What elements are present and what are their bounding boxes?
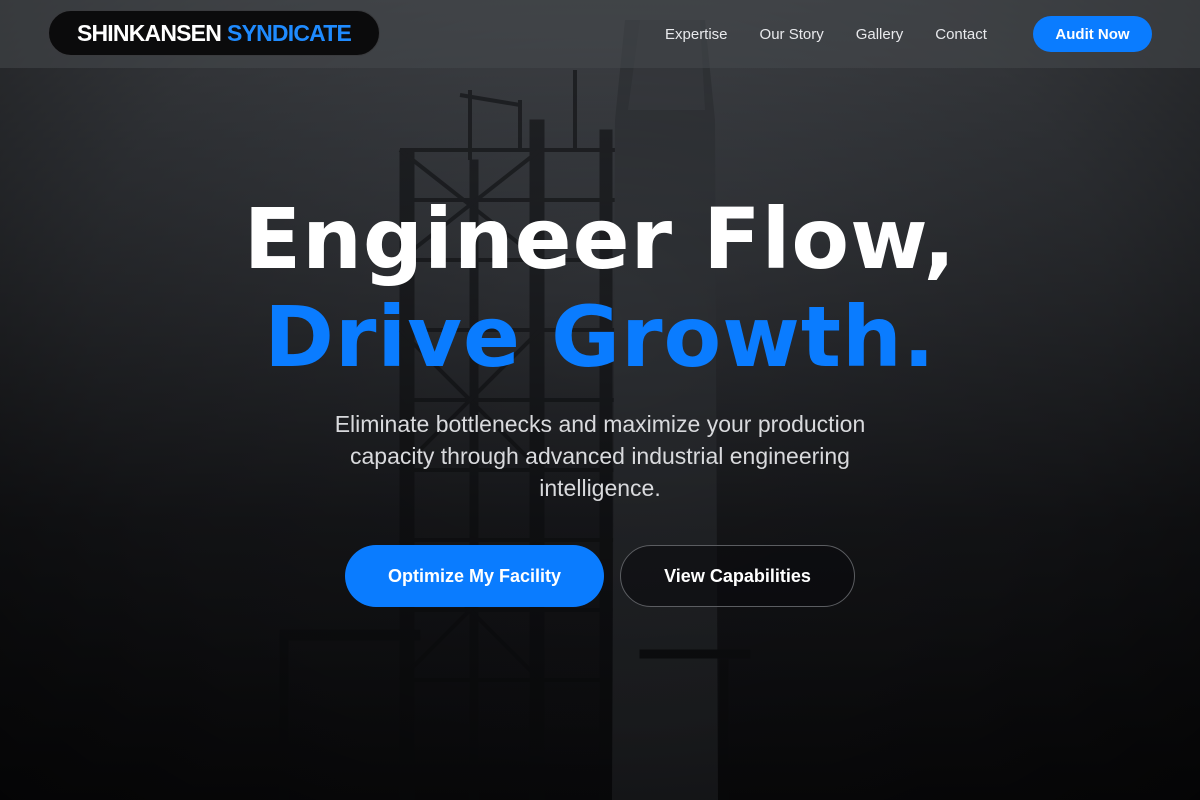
headline-line-2: Drive Growth. — [264, 288, 936, 386]
nav-links: Expertise Our Story Gallery Contact — [665, 0, 1019, 68]
brand-name-blue: SYNDICATE — [227, 19, 352, 46]
top-navbar: SHINKANSEN SYNDICATE Expertise Our Story… — [0, 0, 1200, 68]
hero-section: SHINKANSEN SYNDICATE Expertise Our Story… — [0, 0, 1200, 800]
hero-headline: Engineer Flow, Drive Growth. — [0, 190, 1200, 386]
headline-line-1: Engineer Flow, — [243, 190, 957, 288]
nav-link-gallery[interactable]: Gallery — [856, 26, 904, 43]
audit-now-button[interactable]: Audit Now — [1033, 16, 1152, 52]
nav-link-our-story[interactable]: Our Story — [760, 26, 824, 43]
brand-name-white: SHINKANSEN — [76, 19, 222, 46]
nav-link-expertise[interactable]: Expertise — [665, 26, 728, 43]
brand-logo[interactable]: SHINKANSEN SYNDICATE — [48, 10, 380, 56]
nav-link-contact[interactable]: Contact — [935, 26, 987, 43]
view-capabilities-button[interactable]: View Capabilities — [620, 545, 855, 607]
optimize-facility-button[interactable]: Optimize My Facility — [345, 545, 604, 607]
hero-subtext: Eliminate bottlenecks and maximize your … — [334, 411, 866, 501]
background-overlay — [0, 0, 1200, 800]
